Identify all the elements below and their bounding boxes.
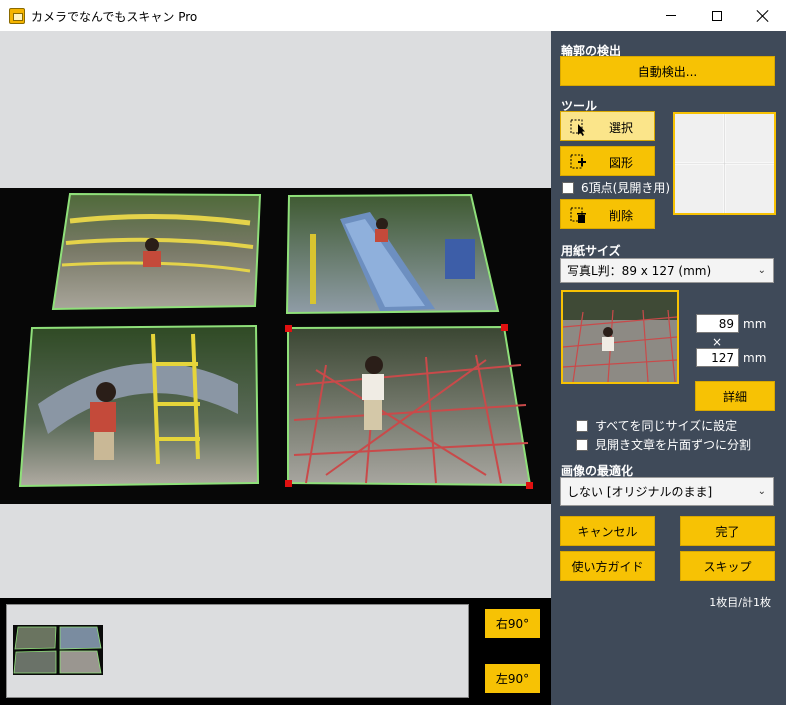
select-cursor-icon xyxy=(570,119,585,136)
thumbnail-panel xyxy=(6,604,469,698)
paper-size-section-label: 用紙サイズ xyxy=(561,244,621,258)
optimize-value: しない [オリジナルのまま] xyxy=(567,485,713,499)
usage-guide-button[interactable]: 使い方ガイド xyxy=(560,551,655,581)
done-button[interactable]: 完了 xyxy=(680,516,775,546)
same-size-checkbox-row[interactable]: すべてを同じサイズに設定 xyxy=(576,417,737,434)
times-symbol: × xyxy=(712,335,723,349)
thumbnail-bar: 右90° 左90° xyxy=(0,598,551,705)
height-unit-label: mm xyxy=(743,351,767,365)
corner-handle-bottom-left[interactable] xyxy=(285,480,292,487)
six-points-label: 6頂点(見開き用) xyxy=(581,181,670,195)
minimize-button[interactable] xyxy=(648,0,694,31)
same-size-checkbox[interactable] xyxy=(576,419,588,432)
close-icon xyxy=(757,10,769,22)
detected-photo-4-selected[interactable] xyxy=(285,324,534,489)
detected-photo-2[interactable] xyxy=(285,194,500,316)
paper-width-input[interactable] xyxy=(696,314,739,333)
paper-size-dropdown[interactable]: 写真L判：89 x 127 (mm) ⌄ xyxy=(560,258,774,283)
corner-handle-top-right[interactable] xyxy=(501,324,508,331)
corner-handle-top-left[interactable] xyxy=(285,325,292,332)
six-points-checkbox-row[interactable]: 6頂点(見開き用) xyxy=(562,179,670,196)
scan-preview-area[interactable] xyxy=(0,31,551,598)
page-count: 1枚目/計1枚 xyxy=(709,596,771,609)
rotate-left-button[interactable]: 左90° xyxy=(485,664,540,693)
corner-handle-bottom-right[interactable] xyxy=(526,482,533,489)
app-icon xyxy=(9,8,25,24)
maximize-button[interactable] xyxy=(694,0,740,31)
side-panel: 輪郭の検出 自動検出... ツール 選択 図形 6頂点(見開き用) 削除 用紙サ… xyxy=(551,31,786,705)
detected-photo-3[interactable] xyxy=(18,324,262,488)
title-bar: カメラでなんでもスキャン Pro xyxy=(0,0,786,31)
delete-tool-label: 削除 xyxy=(609,209,634,223)
width-unit-label: mm xyxy=(743,317,767,331)
select-tool-button[interactable]: 選択 xyxy=(560,111,655,141)
maximize-icon xyxy=(712,10,722,21)
detail-button[interactable]: 詳細 xyxy=(695,381,775,411)
minimize-icon xyxy=(666,15,676,16)
window-title: カメラでなんでもスキャン Pro xyxy=(31,10,198,24)
detected-photo-1[interactable] xyxy=(50,193,265,313)
paper-height-input[interactable] xyxy=(696,348,739,367)
trash-icon xyxy=(570,207,586,223)
close-button[interactable] xyxy=(740,0,786,31)
shape-tool-label: 図形 xyxy=(609,156,634,170)
shape-tool-button[interactable]: 図形 xyxy=(560,146,655,176)
same-size-label: すべてを同じサイズに設定 xyxy=(595,419,738,433)
split-checkbox[interactable] xyxy=(576,438,588,451)
chevron-down-icon: ⌄ xyxy=(757,265,766,276)
page-thumbnail[interactable] xyxy=(13,625,103,675)
paper-size-value: 写真L判：89 x 127 (mm) xyxy=(567,264,712,278)
optimize-dropdown[interactable]: しない [オリジナルのまま] ⌄ xyxy=(560,477,774,506)
skip-button[interactable]: スキップ xyxy=(680,551,775,581)
select-tool-label: 選択 xyxy=(609,121,634,135)
rotate-right-button[interactable]: 右90° xyxy=(485,609,540,638)
six-points-checkbox[interactable] xyxy=(562,181,574,194)
split-checkbox-row[interactable]: 見開き文章を片面ずつに分割 xyxy=(576,436,751,453)
split-label: 見開き文章を片面ずつに分割 xyxy=(595,438,752,452)
auto-detect-button[interactable]: 自動検出... xyxy=(560,56,775,86)
cancel-button[interactable]: キャンセル xyxy=(560,516,655,546)
shape-plus-icon xyxy=(570,154,586,169)
chevron-down-icon: ⌄ xyxy=(757,486,766,497)
shape-grid-preview xyxy=(673,112,776,215)
delete-tool-button[interactable]: 削除 xyxy=(560,199,655,229)
scanned-image[interactable] xyxy=(0,188,551,504)
paper-preview-thumbnail xyxy=(561,290,679,384)
